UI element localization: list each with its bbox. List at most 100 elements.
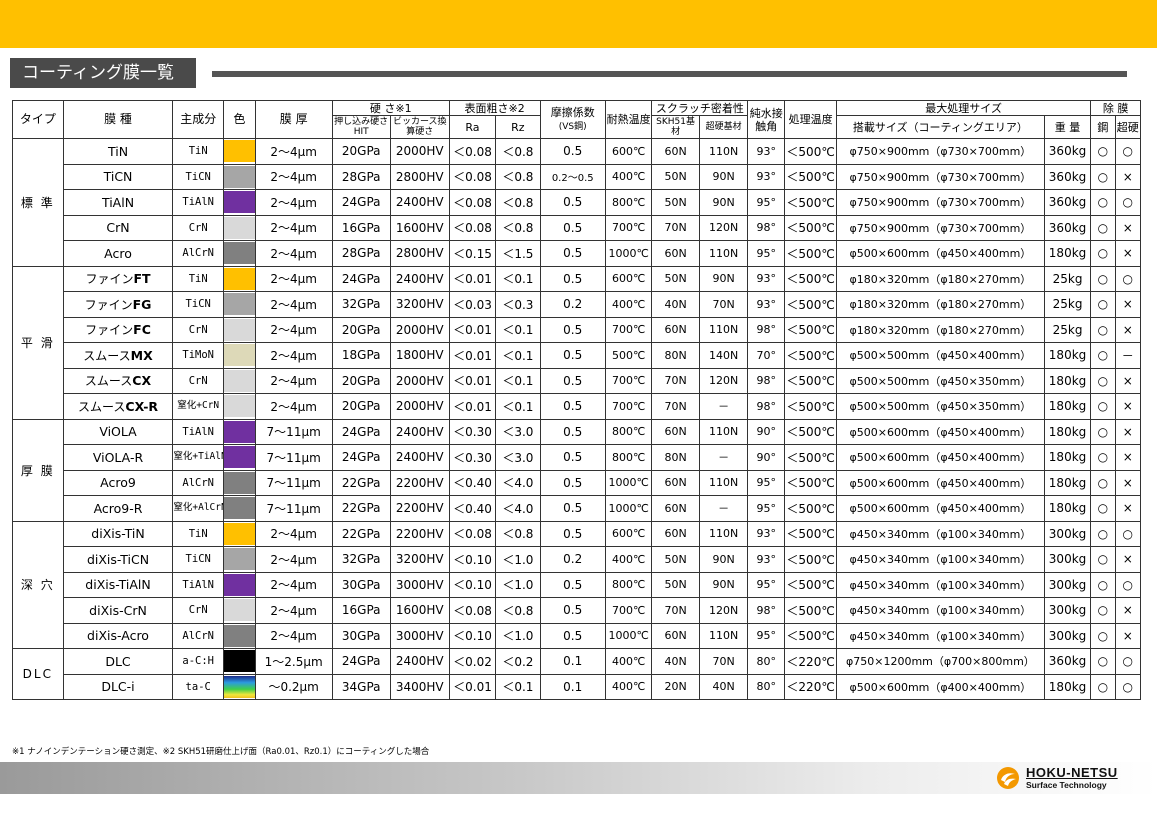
- hardness-hit-cell: 20GPa: [331, 316, 391, 343]
- friction-cell: 0.2: [539, 546, 606, 573]
- process-temp-cell: ＜500℃: [784, 495, 837, 522]
- scratch-skh-cell: 80N: [651, 444, 700, 471]
- removal-steel-cell: ○: [1090, 469, 1116, 496]
- header-ra: Ra: [448, 115, 497, 139]
- table-row: CrN CrN 2～4μm 16GPa 1600HV ＜0.08 ＜0.8 0.5 700℃ 70…: [13, 214, 1142, 241]
- thickness-cell: 2～4μm: [254, 138, 333, 165]
- hardness-hv-cell: 2200HV: [389, 520, 450, 547]
- film-name-cell: スムースCX: [62, 367, 174, 394]
- ra-cell: ＜0.08: [448, 214, 497, 241]
- scratch-skh-cell: 70N: [651, 367, 700, 394]
- ra-cell: ＜0.08: [448, 138, 497, 165]
- ra-cell: ＜0.10: [448, 622, 497, 649]
- scratch-carbide-cell: 40N: [698, 673, 749, 700]
- color-swatch-cell: [223, 240, 256, 267]
- removal-steel-cell: ○: [1090, 265, 1116, 292]
- film-name-cell: Acro9: [62, 469, 174, 496]
- removal-carbide-cell: ×: [1114, 291, 1142, 318]
- film-name: FG: [132, 296, 152, 312]
- film-name-prefix: ファイン: [85, 272, 134, 287]
- color-swatch: [224, 446, 255, 469]
- ra-cell: ＜0.30: [448, 444, 497, 471]
- color-swatch: [224, 624, 255, 647]
- color-swatch: [224, 369, 255, 392]
- header-weight: 重 量: [1043, 115, 1092, 139]
- weight-cell: 180kg: [1043, 418, 1092, 445]
- color-swatch: [224, 471, 255, 494]
- category-cell: 平 滑: [12, 265, 64, 420]
- table-row: Acro AlCrN 2～4μm 28GPa 2800HV ＜0.15 ＜1.5 0.5 100…: [13, 240, 1142, 267]
- thickness-cell: 2～4μm: [254, 520, 333, 547]
- removal-steel-cell: ○: [1090, 138, 1116, 165]
- scratch-carbide-cell: 70N: [698, 291, 749, 318]
- hardness-hv-cell: 3200HV: [389, 546, 450, 573]
- friction-cell: 0.5: [539, 214, 606, 241]
- max-size-cell: φ500×600mm（φ450×400mm）: [835, 495, 1045, 522]
- removal-carbide-cell: ×: [1114, 546, 1142, 573]
- weight-cell: 180kg: [1043, 444, 1092, 471]
- process-temp-cell: ＜500℃: [784, 444, 837, 471]
- film-name: FC: [133, 322, 151, 338]
- rz-cell: ＜0.1: [495, 316, 541, 343]
- main-component-cell: TiN: [172, 520, 225, 547]
- color-swatch: [224, 420, 255, 443]
- removal-steel-cell: ○: [1090, 495, 1116, 522]
- footnote: ※1 ナノインデンテーション硬さ測定、※2 SKH51研磨仕上げ面（Ra0.01…: [12, 747, 430, 757]
- header-friction: 摩擦係数 (VS鋼): [539, 100, 606, 139]
- scratch-skh-cell: 70N: [651, 393, 700, 420]
- rz-cell: ＜4.0: [495, 469, 541, 496]
- main-component-cell: TiAlN: [172, 571, 225, 598]
- thickness-cell: 7～11μm: [254, 444, 333, 471]
- table-row: 深 穴 diXis-TiN TiN 2～4μm 22GPa 2200HV ＜0.08 ＜0.8…: [12, 520, 1142, 649]
- hardness-hv-cell: 1800HV: [389, 342, 450, 369]
- header-heat: 耐熱温度: [604, 100, 653, 139]
- friction-cell: 0.5: [539, 316, 606, 343]
- scratch-skh-cell: 70N: [651, 597, 700, 624]
- header-roughness: 表面粗さ※2: [448, 100, 541, 116]
- film-name: FT: [133, 271, 151, 287]
- contact-angle-cell: 95°: [747, 469, 786, 496]
- max-size-cell: φ450×340mm（φ100×340mm）: [835, 546, 1045, 573]
- heat-cell: 1000℃: [604, 240, 653, 267]
- removal-carbide-cell: ×: [1114, 495, 1142, 522]
- color-swatch: [224, 140, 255, 163]
- scratch-carbide-cell: 90N: [698, 571, 749, 598]
- film-name-prefix: ファイン: [84, 297, 133, 312]
- scratch-skh-cell: 40N: [651, 291, 700, 318]
- weight-cell: 180kg: [1043, 240, 1092, 267]
- film-name-prefix: スムース: [78, 399, 126, 414]
- thickness-cell: 2～4μm: [254, 240, 333, 267]
- hardness-hit-cell: 30GPa: [331, 622, 391, 649]
- process-temp-cell: ＜500℃: [784, 138, 837, 165]
- weight-cell: 360kg: [1043, 138, 1092, 165]
- thickness-cell: 2～4μm: [254, 546, 333, 573]
- heat-cell: 400℃: [604, 291, 653, 318]
- removal-steel-cell: ○: [1090, 648, 1116, 675]
- rz-cell: ＜1.0: [495, 546, 541, 573]
- color-swatch: [224, 216, 255, 239]
- hardness-hit-cell: 34GPa: [331, 673, 391, 700]
- scratch-carbide-cell: 110N: [698, 520, 749, 547]
- table-row: diXis-TiAlN TiAlN 2～4μm 30GPa 3000HV ＜0.10 ＜1.…: [13, 571, 1142, 598]
- film-name-cell: ViOLA-R: [62, 444, 174, 471]
- hardness-hit-cell: 22GPa: [331, 469, 391, 496]
- max-size-cell: φ450×340mm（φ100×340mm）: [835, 520, 1045, 547]
- contact-angle-cell: 93°: [747, 163, 786, 190]
- rz-cell: ＜0.3: [495, 291, 541, 318]
- table-row: DLC DLC a-C:H 1～2.5μm 24GPa 2400HV ＜0.02 ＜0.2 0.…: [12, 648, 1142, 700]
- hardness-hv-cell: 2400HV: [389, 648, 450, 675]
- heat-cell: 400℃: [604, 163, 653, 190]
- hardness-hit-cell: 20GPa: [331, 393, 391, 420]
- ra-cell: ＜0.02: [448, 648, 497, 675]
- max-size-cell: φ180×320mm（φ180×270mm）: [835, 291, 1045, 318]
- process-temp-cell: ＜500℃: [784, 622, 837, 649]
- scratch-carbide-cell: 90N: [698, 546, 749, 573]
- film-name-prefix: スムース: [83, 348, 131, 363]
- heat-cell: 1000℃: [604, 469, 653, 496]
- friction-cell: 0.5: [539, 367, 606, 394]
- thickness-cell: 7～11μm: [254, 469, 333, 496]
- table-row: Acro9-R 窒化+AlCrN 7～11μm 22GPa 2200HV ＜0.40 ＜4.…: [13, 495, 1142, 522]
- removal-carbide-cell: ×: [1114, 214, 1142, 241]
- scratch-skh-cell: 60N: [651, 316, 700, 343]
- max-size-cell: φ750×900mm（φ730×700mm）: [835, 189, 1045, 216]
